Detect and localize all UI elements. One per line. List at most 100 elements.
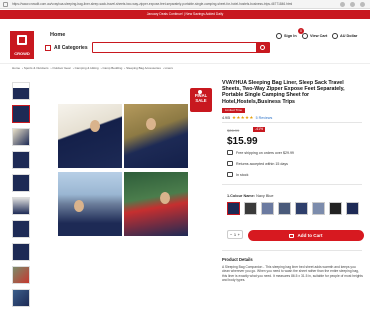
- thumbnail[interactable]: [12, 220, 30, 238]
- colour-value: Navy Blue: [256, 194, 274, 198]
- star-rating-icon: ★★★★★: [232, 115, 254, 120]
- main-product-image[interactable]: [52, 100, 188, 238]
- final-sale-line2: SALE: [195, 97, 207, 103]
- original-price: $26.99: [227, 128, 240, 133]
- perk-text: Free shipping on orders over $29.99: [236, 150, 294, 155]
- all-categories-button[interactable]: All Categories: [45, 45, 88, 51]
- breadcrumb-item[interactable]: Camp Bedding: [102, 66, 122, 70]
- quantity-increase-button[interactable]: +: [238, 232, 240, 237]
- quantity-value: 1: [233, 232, 237, 237]
- colour-swatch-selected[interactable]: [227, 202, 240, 215]
- search-bar: [92, 42, 270, 53]
- cart-count-badge: 0: [298, 28, 304, 34]
- photo-campers-in-tent: [124, 172, 188, 236]
- person-figure: [90, 120, 100, 132]
- thumbnail[interactable]: [12, 289, 30, 307]
- colour-swatch[interactable]: [244, 202, 257, 215]
- quantity-decrease-button[interactable]: −: [230, 232, 232, 237]
- returns-info: Returns accepted within 15 days: [227, 161, 288, 166]
- currency-selector[interactable]: AU Dollar: [332, 33, 357, 39]
- sign-in-label: Sign In: [284, 34, 297, 38]
- extensions-icon[interactable]: [350, 2, 355, 7]
- breadcrumb-item[interactable]: Sleeping Bag Accessories: [126, 66, 161, 70]
- profile-icon[interactable]: [360, 2, 365, 7]
- limited-time-badge: Limited Time: [222, 108, 246, 113]
- thumbnail[interactable]: [12, 82, 30, 100]
- promo-text: January Deals Continue! | New Savings Ad…: [146, 12, 224, 16]
- currency-label: AU Dollar: [340, 34, 358, 38]
- person-figure: [146, 118, 156, 130]
- breadcrumb-item[interactable]: Liners: [165, 66, 173, 70]
- breadcrumb: Home › Sports & Outdoors › Outdoor Gear › C…: [12, 66, 173, 70]
- perk-text: In stock: [236, 172, 249, 177]
- breadcrumb-item[interactable]: Outdoor Gear: [52, 66, 70, 70]
- product-details-heading: Product Details: [222, 257, 253, 262]
- browser-address-bar: https://www.crowdit.com.au/vvayhua-sleep…: [0, 0, 370, 9]
- thumbnail-active[interactable]: [12, 105, 30, 123]
- rating-value: 4.9/5: [222, 116, 230, 120]
- photo-liner-on-bed: [58, 104, 122, 168]
- thumbnail[interactable]: [12, 128, 30, 146]
- view-cart-label: View Cart: [310, 34, 328, 38]
- thumbnail-strip: [12, 82, 30, 312]
- colour-swatch[interactable]: [278, 202, 291, 215]
- divider: [222, 250, 362, 251]
- nav-home-link[interactable]: Home: [50, 32, 65, 38]
- colour-swatches: [227, 202, 359, 215]
- divider: [222, 122, 362, 123]
- person-figure: [74, 200, 84, 212]
- sign-in-link[interactable]: Sign In: [276, 33, 297, 39]
- return-icon: [227, 161, 233, 166]
- reviews-link[interactable]: 5 Reviews: [256, 116, 273, 120]
- final-sale-badge: FINAL SALE: [190, 88, 212, 112]
- colour-swatch[interactable]: [312, 202, 325, 215]
- user-icon: [276, 33, 282, 39]
- thumbnail[interactable]: [12, 151, 30, 169]
- thumbnail[interactable]: [12, 266, 30, 284]
- lock-icon: [3, 2, 8, 7]
- all-categories-label: All Categories: [54, 45, 88, 51]
- photo-couple-on-beach: [58, 172, 122, 236]
- divider: [222, 184, 362, 185]
- free-shipping-info: Free shipping on orders over $29.99: [227, 150, 294, 155]
- colour-swatch[interactable]: [295, 202, 308, 215]
- breadcrumb-item[interactable]: Sports & Outdoors: [24, 66, 49, 70]
- categories-grid-icon: [45, 45, 51, 51]
- thumbnail[interactable]: [12, 197, 30, 215]
- breadcrumb-item[interactable]: Home: [12, 66, 20, 70]
- logo-text: CROWD: [14, 51, 30, 56]
- current-price: $15.99: [227, 136, 258, 147]
- colour-label: 1.Colour Name: Navy Blue: [227, 194, 273, 198]
- breadcrumb-item[interactable]: Camping & Hiking: [75, 66, 99, 70]
- cart-icon: [289, 233, 295, 238]
- thumbnail[interactable]: [12, 243, 30, 261]
- product-rating: 4.9/5 ★★★★★ 5 Reviews: [222, 115, 272, 121]
- globe-icon: [332, 33, 338, 39]
- product-details-text: A Sleeping Bag Companion - This sleeping…: [222, 265, 363, 283]
- site-header: CROWD Home All Categories Sign In View C…: [0, 19, 370, 64]
- stock-info: In stock: [227, 172, 248, 177]
- search-input[interactable]: [93, 43, 253, 52]
- colour-label-key: 1.Colour Name:: [227, 194, 256, 198]
- discount-badge: -41%: [253, 127, 266, 132]
- colour-swatch[interactable]: [346, 202, 359, 215]
- bookmark-icon[interactable]: [340, 2, 345, 7]
- add-to-cart-button[interactable]: Add to Cart: [248, 230, 364, 241]
- cart-icon: [302, 33, 308, 39]
- view-cart-link[interactable]: View Cart: [302, 33, 327, 39]
- address-url[interactable]: https://www.crowdit.com.au/vvayhua-sleep…: [12, 2, 312, 6]
- perk-text: Returns accepted within 15 days: [236, 161, 288, 166]
- colour-swatch[interactable]: [329, 202, 342, 215]
- thumbnail[interactable]: [12, 174, 30, 192]
- logo-mark-icon: [17, 35, 27, 45]
- product-title: VVAYHUA Sleeping Bag Liner, Sleep Sack T…: [222, 80, 345, 105]
- photo-woman-sitting: [124, 104, 188, 168]
- promo-banner[interactable]: January Deals Continue! | New Savings Ad…: [0, 10, 370, 19]
- truck-icon: [227, 150, 233, 155]
- search-icon[interactable]: [256, 43, 269, 52]
- colour-swatch[interactable]: [261, 202, 274, 215]
- add-to-cart-label: Add to Cart: [297, 233, 323, 238]
- check-icon: [227, 172, 233, 177]
- quantity-stepper[interactable]: − 1 +: [227, 230, 243, 239]
- site-logo[interactable]: CROWD: [10, 31, 34, 59]
